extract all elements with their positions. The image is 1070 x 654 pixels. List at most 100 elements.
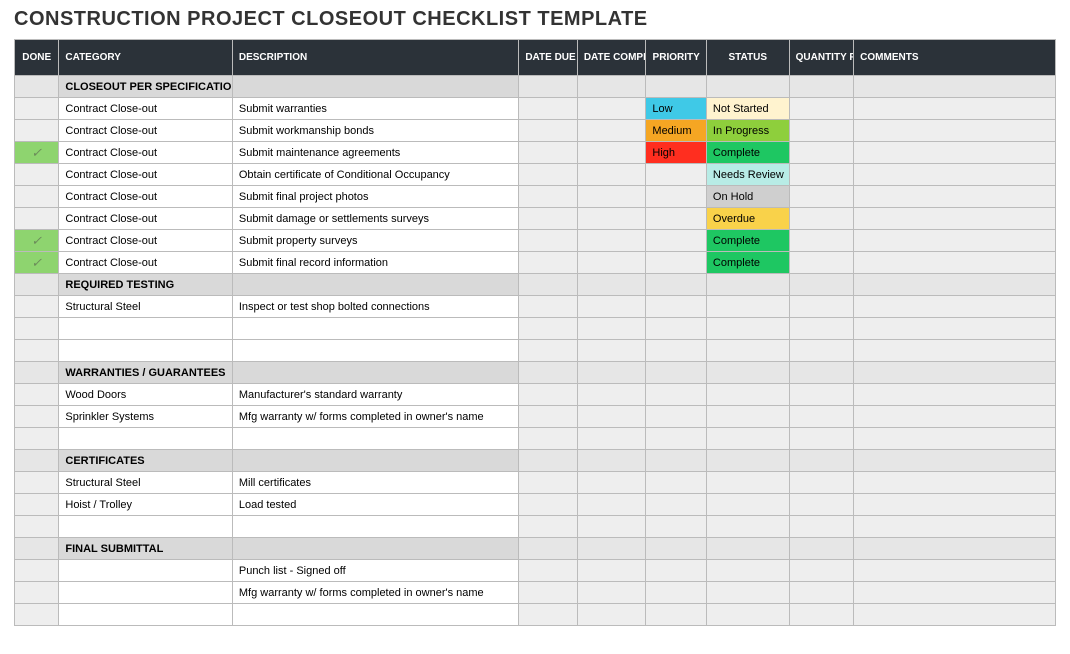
cell-category[interactable]: Contract Close-out [59,142,232,164]
cell-status[interactable] [706,406,789,428]
cell-comments[interactable] [854,120,1056,142]
cell-priority[interactable] [646,208,707,230]
cell-category[interactable]: Contract Close-out [59,252,232,274]
cell-quantity[interactable] [789,186,854,208]
cell-quantity[interactable] [789,98,854,120]
cell-done[interactable] [15,604,59,626]
cell-comments[interactable] [854,340,1056,362]
cell-status[interactable] [706,472,789,494]
cell-category[interactable]: Hoist / Trolley [59,494,232,516]
cell-date-due[interactable] [519,406,578,428]
cell-date-completed[interactable] [577,604,646,626]
cell-quantity[interactable] [789,318,854,340]
cell-comments[interactable] [854,494,1056,516]
cell-priority[interactable] [646,406,707,428]
cell-priority[interactable] [646,384,707,406]
cell-status[interactable] [706,296,789,318]
cell-description[interactable]: Mfg warranty w/ forms completed in owner… [232,582,518,604]
cell-done[interactable] [15,472,59,494]
cell-status[interactable] [706,318,789,340]
cell-done[interactable] [15,186,59,208]
cell-quantity[interactable] [789,208,854,230]
cell-description[interactable]: Submit final record information [232,252,518,274]
cell-date-due[interactable] [519,318,578,340]
cell-quantity[interactable] [789,340,854,362]
cell-quantity[interactable] [789,494,854,516]
cell-comments[interactable] [854,142,1056,164]
cell-quantity[interactable] [789,384,854,406]
cell-date-completed[interactable] [577,582,646,604]
cell-comments[interactable] [854,186,1056,208]
cell-date-due[interactable] [519,142,578,164]
cell-status[interactable] [706,384,789,406]
cell-date-due[interactable] [519,340,578,362]
cell-date-due[interactable] [519,516,578,538]
cell-description[interactable]: Punch list - Signed off [232,560,518,582]
cell-category[interactable] [59,318,232,340]
cell-comments[interactable] [854,318,1056,340]
cell-category[interactable] [59,560,232,582]
cell-date-due[interactable] [519,384,578,406]
cell-date-completed[interactable] [577,384,646,406]
cell-date-completed[interactable] [577,406,646,428]
cell-date-due[interactable] [519,296,578,318]
cell-date-completed[interactable] [577,296,646,318]
cell-priority[interactable]: Medium [646,120,707,142]
cell-done[interactable] [15,560,59,582]
cell-date-due[interactable] [519,472,578,494]
cell-category[interactable]: Structural Steel [59,296,232,318]
cell-description[interactable]: Obtain certificate of Conditional Occupa… [232,164,518,186]
cell-date-due[interactable] [519,428,578,450]
cell-status[interactable] [706,560,789,582]
cell-date-completed[interactable] [577,142,646,164]
cell-status[interactable] [706,494,789,516]
cell-priority[interactable] [646,230,707,252]
cell-date-completed[interactable] [577,560,646,582]
cell-priority[interactable] [646,340,707,362]
cell-description[interactable]: Submit property surveys [232,230,518,252]
cell-date-completed[interactable] [577,318,646,340]
cell-date-completed[interactable] [577,516,646,538]
cell-comments[interactable] [854,406,1056,428]
cell-quantity[interactable] [789,120,854,142]
cell-priority[interactable] [646,582,707,604]
cell-done[interactable] [15,340,59,362]
cell-date-completed[interactable] [577,252,646,274]
cell-status[interactable]: Overdue [706,208,789,230]
cell-done[interactable] [15,98,59,120]
cell-date-due[interactable] [519,208,578,230]
cell-status[interactable]: Complete [706,252,789,274]
cell-priority[interactable] [646,472,707,494]
cell-description[interactable]: Submit maintenance agreements [232,142,518,164]
cell-quantity[interactable] [789,252,854,274]
cell-description[interactable]: Submit workmanship bonds [232,120,518,142]
cell-date-completed[interactable] [577,472,646,494]
cell-status[interactable] [706,516,789,538]
cell-quantity[interactable] [789,164,854,186]
cell-date-completed[interactable] [577,164,646,186]
cell-comments[interactable] [854,98,1056,120]
cell-status[interactable] [706,428,789,450]
cell-status[interactable]: Not Started [706,98,789,120]
cell-quantity[interactable] [789,582,854,604]
cell-description[interactable]: Mill certificates [232,472,518,494]
cell-category[interactable]: Structural Steel [59,472,232,494]
cell-category[interactable]: Sprinkler Systems [59,406,232,428]
cell-category[interactable]: Contract Close-out [59,164,232,186]
cell-priority[interactable] [646,164,707,186]
cell-date-completed[interactable] [577,208,646,230]
cell-description[interactable]: Manufacturer's standard warranty [232,384,518,406]
cell-priority[interactable] [646,560,707,582]
cell-quantity[interactable] [789,296,854,318]
cell-priority[interactable] [646,186,707,208]
cell-priority[interactable] [646,318,707,340]
cell-done[interactable] [15,516,59,538]
cell-date-completed[interactable] [577,230,646,252]
cell-quantity[interactable] [789,472,854,494]
cell-description[interactable] [232,340,518,362]
cell-quantity[interactable] [789,142,854,164]
cell-done[interactable] [15,164,59,186]
cell-date-due[interactable] [519,186,578,208]
cell-comments[interactable] [854,560,1056,582]
cell-date-due[interactable] [519,120,578,142]
